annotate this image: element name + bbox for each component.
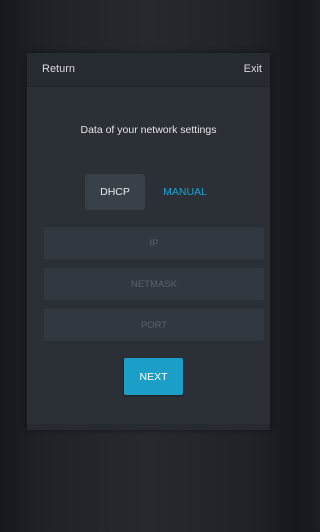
network-settings-panel: Return Exit Data of your network setting… [27,53,270,430]
page-subtitle: Data of your network settings [80,124,217,136]
next-button[interactable]: NEXT [124,358,183,395]
panel-header: Return Exit [27,53,270,87]
ip-input[interactable] [44,227,264,259]
dhcp-button[interactable]: DHCP [85,174,145,210]
panel-footer [27,424,270,430]
exit-button[interactable]: Exit [244,63,262,75]
return-button[interactable]: Return [42,63,75,75]
netmask-input[interactable] [44,268,264,300]
port-input[interactable] [44,309,264,341]
manual-button[interactable]: MANUAL [157,174,213,210]
